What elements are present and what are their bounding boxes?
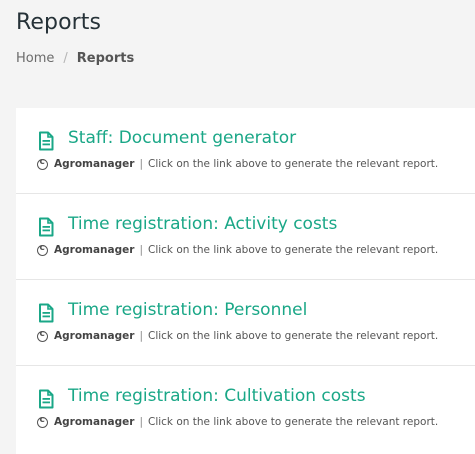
meta-separator: | [139, 330, 143, 342]
file-text-icon[interactable] [38, 217, 54, 237]
report-item: Time registration: Activity costs Agroma… [16, 194, 475, 280]
report-link[interactable]: Time registration: Cultivation costs [68, 386, 366, 406]
report-meta: Agromanager | Click on the link above to… [37, 157, 439, 170]
report-description: Click on the link above to generate the … [147, 158, 439, 170]
report-link[interactable]: Staff: Document generator [68, 128, 296, 148]
report-author: Agromanager [54, 244, 135, 256]
copyright-icon [37, 243, 48, 256]
file-text-icon[interactable] [38, 303, 54, 323]
report-description: Click on the link above to generate the … [147, 416, 439, 428]
report-link[interactable]: Time registration: Activity costs [68, 214, 337, 234]
breadcrumb: Home / Reports [16, 51, 134, 66]
breadcrumb-current: Reports [76, 51, 135, 66]
meta-separator: | [139, 244, 143, 256]
breadcrumb-home-link[interactable]: Home [16, 51, 54, 66]
report-meta: Agromanager | Click on the link above to… [37, 243, 439, 256]
report-item: Time registration: Cultivation costs Agr… [16, 366, 475, 452]
reports-panel: Staff: Document generator Agromanager | … [16, 108, 475, 454]
copyright-icon [37, 415, 48, 428]
report-link[interactable]: Time registration: Personnel [68, 300, 307, 320]
report-item: Staff: Document generator Agromanager | … [16, 108, 475, 194]
report-meta: Agromanager | Click on the link above to… [37, 415, 439, 428]
file-text-icon[interactable] [38, 131, 54, 151]
report-meta: Agromanager | Click on the link above to… [37, 329, 439, 342]
report-author: Agromanager [54, 158, 135, 170]
report-description: Click on the link above to generate the … [147, 244, 439, 256]
meta-separator: | [139, 416, 143, 428]
page-title: Reports [16, 10, 102, 35]
report-author: Agromanager [54, 416, 135, 428]
breadcrumb-separator: / [63, 51, 68, 66]
meta-separator: | [139, 158, 143, 170]
copyright-icon [37, 157, 48, 170]
report-item: Time registration: Personnel Agromanager… [16, 280, 475, 366]
report-description: Click on the link above to generate the … [147, 330, 439, 342]
file-text-icon[interactable] [38, 389, 54, 409]
report-author: Agromanager [54, 330, 135, 342]
copyright-icon [37, 329, 48, 342]
